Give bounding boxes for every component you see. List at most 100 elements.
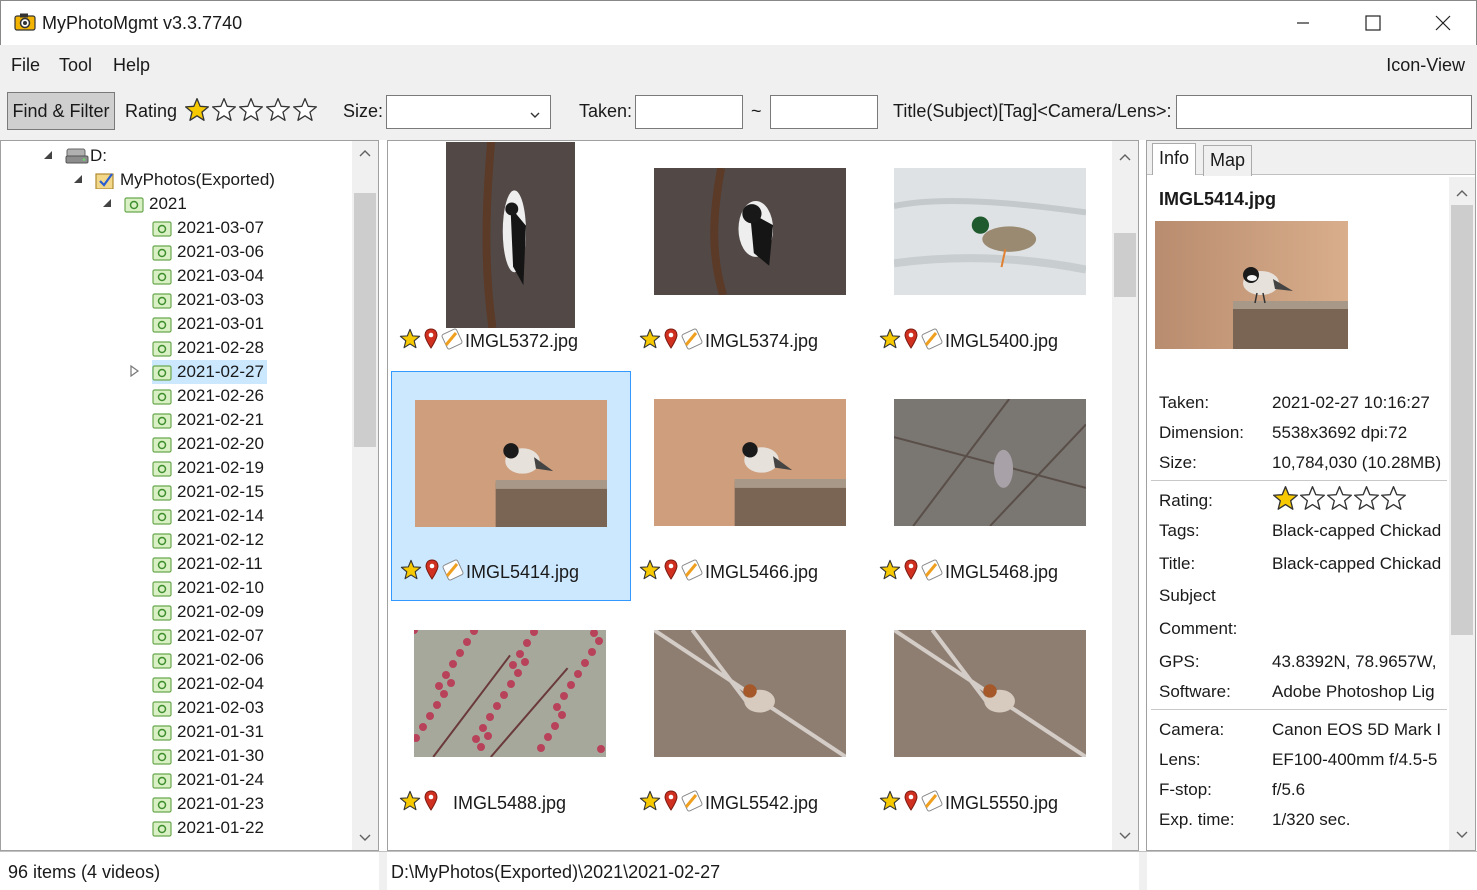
tree-item-date[interactable]: 2021-02-26: [152, 384, 264, 408]
thumbnail-item[interactable]: IMGL5414.jpg: [391, 371, 631, 601]
tree-item-date[interactable]: 2021-02-12: [152, 528, 264, 552]
tree-item-label: 2021-02-10: [177, 578, 264, 597]
scroll-down-icon[interactable]: [352, 828, 378, 848]
thumbnail-item[interactable]: IMGL5400.jpg: [871, 141, 1111, 370]
view-mode-toggle[interactable]: Icon-View: [1386, 55, 1465, 76]
tree-item-date[interactable]: 2021-02-07: [152, 624, 264, 648]
tree-item-date[interactable]: 2021-02-21: [152, 408, 264, 432]
tree-item-root-folder[interactable]: MyPhotos(Exported): [74, 168, 275, 192]
tree-item-date[interactable]: 2021-01-22: [152, 816, 264, 840]
expand-closed-icon[interactable]: [130, 364, 140, 380]
tree-item-date[interactable]: 2021-02-06: [152, 648, 264, 672]
thumbnail-image[interactable]: [894, 399, 1086, 526]
thumbnail-image[interactable]: [445, 142, 575, 328]
find-filter-button[interactable]: Find & Filter: [7, 92, 115, 130]
star-empty-icon[interactable]: [1326, 485, 1353, 517]
star-filled-icon: [639, 328, 661, 355]
tree-item-date[interactable]: 2021-01-30: [152, 744, 264, 768]
thumbnail-item[interactable]: IMGL5550.jpg: [871, 602, 1111, 832]
tree-item-date[interactable]: 2021-02-28: [152, 336, 264, 360]
star-filled-icon[interactable]: [184, 97, 210, 128]
tree-item-label: 2021-01-24: [177, 770, 264, 789]
size-dropdown[interactable]: [386, 95, 551, 129]
star-empty-icon[interactable]: [292, 97, 318, 128]
thumbnail-image[interactable]: [415, 400, 607, 527]
tree-item-label: 2021-02-15: [177, 482, 264, 501]
star-empty-icon[interactable]: [265, 97, 291, 128]
scroll-up-icon[interactable]: [1112, 147, 1138, 167]
star-filled-icon[interactable]: [1272, 485, 1299, 517]
thumbnail-image[interactable]: [414, 630, 606, 757]
info-key: Comment:: [1159, 619, 1238, 638]
star-empty-icon[interactable]: [211, 97, 237, 128]
tree-item-label: 2021-03-06: [177, 242, 264, 261]
menu-help[interactable]: Help: [113, 55, 150, 76]
title-bar: MyPhotoMgmt v3.3.7740: [0, 0, 1477, 45]
thumbnail-item[interactable]: IMGL5468.jpg: [871, 371, 1111, 601]
thumbnail-item[interactable]: IMGL5466.jpg: [631, 371, 871, 601]
tree-item-date[interactable]: 2021-02-04: [152, 672, 264, 696]
scroll-down-icon[interactable]: [1112, 826, 1138, 846]
tree-item-date[interactable]: 2021-02-14: [152, 504, 264, 528]
tree-item-date[interactable]: 2021-02-03: [152, 696, 264, 720]
tree-item-label: 2021: [149, 194, 187, 213]
tree-item-date[interactable]: 2021-01-23: [152, 792, 264, 816]
tree-item-date[interactable]: 2021-02-11: [152, 552, 263, 576]
thumbnail-item[interactable]: IMGL5542.jpg: [631, 602, 871, 832]
star-empty-icon[interactable]: [1353, 485, 1380, 517]
thumbnail-image[interactable]: [654, 168, 846, 295]
minimize-button[interactable]: [1268, 1, 1338, 45]
photo-folder-icon: [152, 723, 172, 741]
menu-tool[interactable]: Tool: [59, 55, 92, 76]
thumbnail-item[interactable]: IMGL5372.jpg: [391, 141, 631, 370]
thumbnail-image[interactable]: [894, 168, 1086, 295]
maximize-button[interactable]: [1338, 1, 1408, 45]
thumbnail-image[interactable]: [894, 630, 1086, 757]
thumbnail-image[interactable]: [654, 399, 846, 526]
tree-item-drive[interactable]: D:: [44, 144, 107, 168]
grid-scrollbar[interactable]: [1112, 141, 1138, 850]
menu-file[interactable]: File: [11, 55, 40, 76]
thumbnail-item[interactable]: IMGL5374.jpg: [631, 141, 871, 370]
tree-item-date[interactable]: 2021-02-19: [152, 456, 264, 480]
photo-folder-icon: [152, 387, 172, 405]
info-scroll-thumb[interactable]: [1451, 205, 1473, 635]
expand-open-icon[interactable]: [43, 150, 53, 163]
grid-scroll-thumb[interactable]: [1114, 233, 1136, 297]
tree-item-date[interactable]: 2021-01-31: [152, 720, 264, 744]
tree-item-date[interactable]: 2021-03-01: [152, 312, 264, 336]
tree-item-date[interactable]: 2021-02-10: [152, 576, 264, 600]
rating-filter-stars[interactable]: [184, 97, 318, 128]
star-empty-icon[interactable]: [1299, 485, 1326, 517]
expand-open-icon[interactable]: [102, 198, 112, 211]
star-empty-icon[interactable]: [238, 97, 264, 128]
tree-scrollbar[interactable]: [352, 141, 378, 850]
info-rating-stars[interactable]: [1272, 485, 1407, 517]
info-scrollbar[interactable]: [1449, 177, 1475, 850]
taken-to-input[interactable]: [770, 95, 878, 129]
close-button[interactable]: [1408, 1, 1477, 45]
tree-item-year[interactable]: 2021: [103, 192, 187, 216]
scroll-up-icon[interactable]: [352, 143, 378, 163]
tree-scroll-thumb[interactable]: [354, 193, 376, 447]
star-empty-icon[interactable]: [1380, 485, 1407, 517]
tree-item-date[interactable]: 2021-03-06: [152, 240, 264, 264]
photo-folder-icon: [152, 483, 172, 501]
scroll-down-icon[interactable]: [1449, 825, 1475, 845]
tree-item-date[interactable]: 2021-02-15: [152, 480, 264, 504]
tree-item-label: 2021-02-27: [177, 362, 264, 381]
tree-item-date[interactable]: 2021-01-24: [152, 768, 264, 792]
tree-item-label: 2021-02-14: [177, 506, 264, 525]
tree-item-date[interactable]: 2021-03-07: [152, 216, 264, 240]
tree-item-date[interactable]: 2021-02-27: [130, 360, 267, 384]
thumbnail-item[interactable]: IMGL5488.jpg: [391, 602, 631, 832]
tree-item-date[interactable]: 2021-03-03: [152, 288, 264, 312]
tree-item-date[interactable]: 2021-02-09: [152, 600, 264, 624]
tree-item-date[interactable]: 2021-02-20: [152, 432, 264, 456]
tree-item-date[interactable]: 2021-03-04: [152, 264, 264, 288]
query-input[interactable]: [1176, 95, 1472, 129]
expand-open-icon[interactable]: [73, 174, 83, 187]
thumbnail-image[interactable]: [654, 630, 846, 757]
taken-from-input[interactable]: [635, 95, 743, 129]
scroll-up-icon[interactable]: [1449, 183, 1475, 203]
